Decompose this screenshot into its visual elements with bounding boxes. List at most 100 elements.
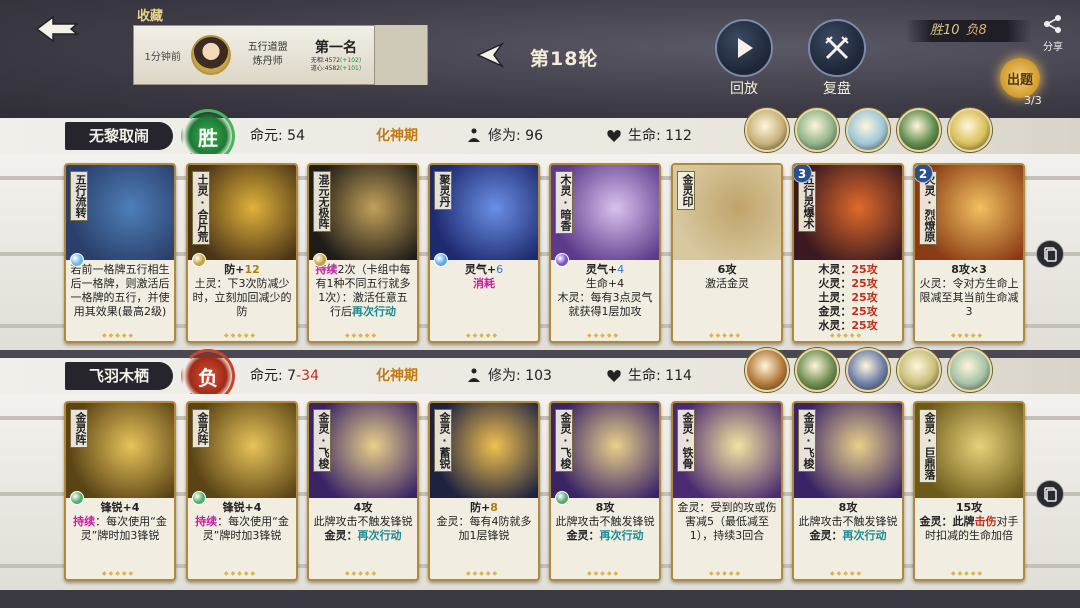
game-card[interactable]: 金灵印 6攻 激活金灵 ◆◆◆◆◆ xyxy=(671,163,783,343)
stat1-value: 4572 xyxy=(324,57,341,64)
ability-avatar[interactable] xyxy=(795,108,839,152)
heart-icon xyxy=(607,370,621,382)
card-text: 持续 xyxy=(195,515,218,528)
game-card[interactable]: 金灵·蓄锐 防+8 金灵：每有4防就多加1层锋锐 ◆◆◆◆◆ xyxy=(428,401,540,581)
player2-bar: 飞羽木栖 负 命元: 7-34 化神期 修为: 103 生命: 114 xyxy=(0,348,1080,403)
card-description: 防+8 金灵：每有4防就多加1层锋锐 xyxy=(430,498,538,579)
ability-avatar[interactable] xyxy=(846,108,890,152)
card-text: 4 xyxy=(617,263,625,276)
ability-avatar[interactable] xyxy=(897,348,941,392)
card-text: 15攻 xyxy=(955,501,983,514)
ability-avatar[interactable] xyxy=(795,348,839,392)
ability-avatar[interactable] xyxy=(897,108,941,152)
player1-life-label: 命元: xyxy=(250,128,283,144)
replay-label: 回放 xyxy=(730,81,758,97)
ability-avatar[interactable] xyxy=(948,108,992,152)
player2-name: 飞羽木栖 xyxy=(88,367,149,385)
card-text: 金灵： xyxy=(324,529,358,542)
card-text: 此牌攻击不触发锋锐 xyxy=(313,515,413,528)
game-card[interactable]: 金灵·铁骨金灵：受到的攻或伤害减5（最低减至1），持续3回合 ◆◆◆◆◆ xyxy=(671,401,783,581)
quest-count: 3/3 xyxy=(1024,94,1042,107)
review-button[interactable]: 复盘 xyxy=(806,19,868,99)
player1-hp: 生命: 112 xyxy=(606,118,692,154)
card-rarity-dots: ◆◆◆◆◆ xyxy=(587,570,621,577)
card-text: 若前一格牌五行相生后一格牌，则激活后一格牌的五行，并使用其效果(最高2级) xyxy=(70,263,170,318)
card-description: 灵气+6 消耗 xyxy=(430,260,538,341)
card-rarity-dots: ◆◆◆◆◆ xyxy=(709,570,743,577)
back-button[interactable] xyxy=(30,10,84,48)
stat1-label: 无相: xyxy=(310,57,325,64)
card-rarity-dots: ◆◆◆◆◆ xyxy=(587,332,621,339)
card-text: 土灵： xyxy=(818,291,852,304)
element-orb-icon xyxy=(434,253,448,267)
card-title: 金灵·飞梭 xyxy=(798,409,816,472)
replay-button[interactable]: 回放 xyxy=(713,19,775,99)
game-card[interactable]: 聚灵丹 灵气+6 消耗 ◆◆◆◆◆ xyxy=(428,163,540,343)
game-card[interactable]: 五行流转若前一格牌五行相生后一格牌，则激活后一格牌的五行，并使用其效果(最高2级… xyxy=(64,163,176,343)
card-text: 木灵：每有3点灵气就获得1层加攻 xyxy=(557,291,653,318)
player2-hp-label: 生命: xyxy=(628,368,661,384)
card-text: 25攻 xyxy=(851,277,878,290)
card-text: 此牌攻击不触发锋锐 xyxy=(555,515,655,528)
crossed-swords-icon xyxy=(825,36,849,60)
game-card[interactable]: 混元无极阵 持续2次（卡组中每有1种不同五行就多1次）：激活任意五行后再次行动 ◆◆… xyxy=(307,163,419,343)
card-text: 25攻 xyxy=(851,305,878,318)
cards-icon xyxy=(1044,487,1057,502)
card-text: 25攻 xyxy=(851,291,878,304)
card-rarity-dots: ◆◆◆◆◆ xyxy=(709,332,743,339)
heart-icon xyxy=(607,130,621,142)
ladder-button[interactable] xyxy=(373,25,427,85)
game-card[interactable]: 金灵阵 锋锐+4 持续：每次使用“金灵”牌时加3锋锐 ◆◆◆◆◆ xyxy=(64,401,176,581)
game-card[interactable]: 金灵·巨鼎落 15攻 金灵：此牌击伤对手时扣减的生命加倍 ◆◆◆◆◆ xyxy=(913,401,1025,581)
bottom-strip xyxy=(0,590,1080,608)
card-text: 25攻 xyxy=(851,263,878,276)
card-title: 五行流转 xyxy=(70,171,88,221)
game-card[interactable]: 木灵·暗香 灵气+4 生命+4 木灵：每有3点灵气就获得1层加攻 ◆◆◆◆◆ xyxy=(549,163,661,343)
game-card[interactable]: 金灵阵 锋锐+4 持续：每次使用“金灵”牌时加3锋锐 ◆◆◆◆◆ xyxy=(186,401,298,581)
card-description: 金灵：受到的攻或伤害减5（最低减至1），持续3回合 xyxy=(673,498,781,579)
game-card[interactable]: 金灵·飞梭 8攻 此牌攻击不触发锋锐 金灵：再次行动 ◆◆◆◆◆ xyxy=(549,401,661,581)
card-rarity-dots: ◆◆◆◆◆ xyxy=(830,332,864,339)
card-text: 火灵：令对方生命上限减至其当前生命减3 xyxy=(919,277,1019,318)
card-description: 若前一格牌五行相生后一格牌，则激活后一格牌的五行，并使用其效果(最高2级) xyxy=(66,260,174,341)
player2-deck-button[interactable] xyxy=(1036,480,1064,508)
ability-avatar[interactable] xyxy=(948,348,992,392)
ability-avatar[interactable] xyxy=(846,348,890,392)
card-text: 再次行动 xyxy=(357,529,402,542)
stat1-delta: (+102) xyxy=(340,57,362,64)
card-rarity-dots: ◆◆◆◆◆ xyxy=(102,570,136,577)
ability-avatar[interactable] xyxy=(745,348,789,392)
favorite-record-card[interactable]: 1分钟前 五行道盟 炼丹师 第一名 无相:4572(+102) 道心:4582(… xyxy=(133,25,428,85)
share-button[interactable]: 分享 xyxy=(1036,14,1070,53)
ability-avatar[interactable] xyxy=(745,108,789,152)
game-card[interactable]: 土灵·合片荒 防+12 土灵：下3次防减少时，立刻加回减少的防 ◆◆◆◆◆ xyxy=(186,163,298,343)
card-text: 金灵： xyxy=(566,529,600,542)
card-text: 金灵： xyxy=(809,529,843,542)
player1-deck-button[interactable] xyxy=(1036,240,1064,268)
game-card[interactable]: 金灵·飞梭 4攻 此牌攻击不触发锋锐 金灵：再次行动 ◆◆◆◆◆ xyxy=(307,401,419,581)
element-orb-icon xyxy=(70,253,84,267)
player1-life: 命元: 54 xyxy=(250,118,305,154)
quest-button[interactable]: 出题 xyxy=(1000,58,1040,98)
stat2-value: 4582 xyxy=(324,65,341,72)
meditation-icon xyxy=(468,368,480,382)
card-level-badge: 2 xyxy=(915,165,933,183)
card-title: 金灵·铁骨 xyxy=(677,409,695,472)
card-text: 水灵： xyxy=(818,319,852,332)
game-card[interactable]: 五行灵爆术 3 木灵：25攻 火灵：25攻 土灵：25攻 金灵：25攻 水灵：25攻 ◆◆◆◆… xyxy=(792,163,904,343)
card-description: 持续2次（卡组中每有1种不同五行就多1次）：激活任意五行后再次行动 xyxy=(309,260,417,341)
card-description: 8攻 此牌攻击不触发锋锐 金灵：再次行动 xyxy=(794,498,902,579)
card-description: 木灵：25攻 火灵：25攻 土灵：25攻 金灵：25攻 水灵：25攻 xyxy=(794,260,902,341)
element-orb-icon xyxy=(555,253,569,267)
card-title: 金灵阵 xyxy=(70,409,88,448)
meditation-icon xyxy=(468,128,480,142)
previous-round-button[interactable] xyxy=(472,40,508,74)
card-text: 6攻 xyxy=(717,263,737,276)
win-count: 胜10 xyxy=(930,23,960,38)
game-card[interactable]: 金灵·飞梭 8攻 此牌攻击不触发锋锐 金灵：再次行动 ◆◆◆◆◆ xyxy=(792,401,904,581)
game-card[interactable]: 火灵·烈燎原 2 8攻×3 火灵：令对方生命上限减至其当前生命减3 ◆◆◆◆◆ xyxy=(913,163,1025,343)
player2-realm: 化神期 xyxy=(376,368,418,384)
card-text: 25攻 xyxy=(851,319,878,332)
card-text: 8攻×3 xyxy=(951,263,987,276)
card-title: 混元无极阵 xyxy=(313,171,331,232)
